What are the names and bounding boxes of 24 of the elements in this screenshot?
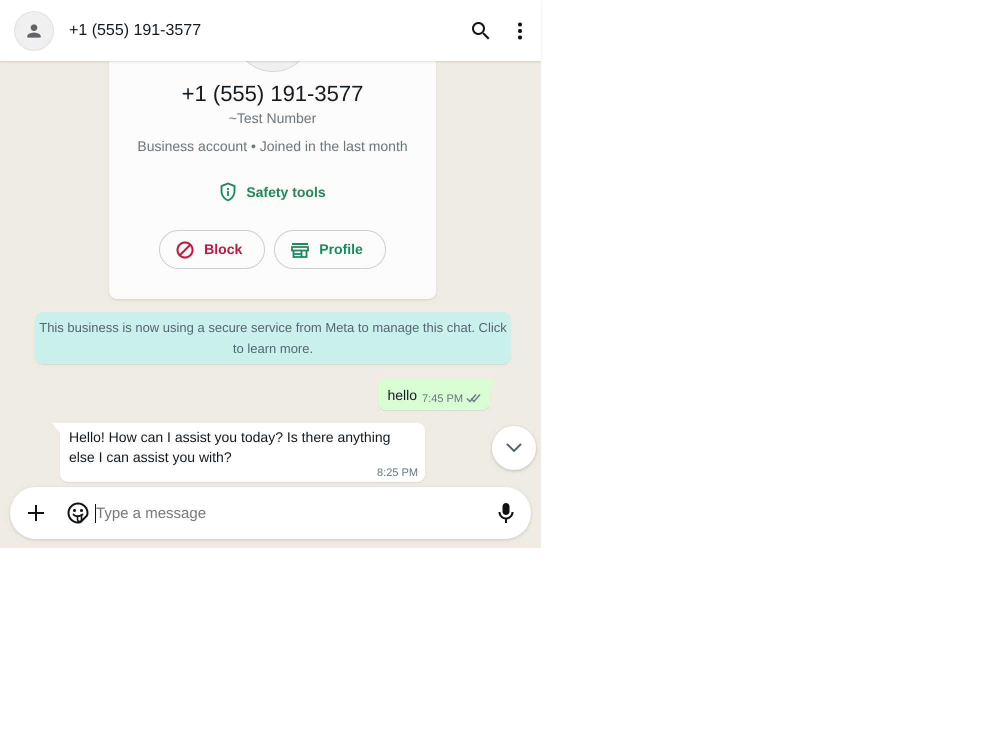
message-time: 7:45 PM <box>422 392 463 406</box>
message-input-field[interactable]: Type a message <box>10 487 531 539</box>
block-button[interactable]: Block <box>159 230 266 269</box>
ban-icon <box>176 240 194 258</box>
message-text: Hello! How can I assist you today? Is there anything else I can assist you with? <box>69 428 392 467</box>
shield-icon <box>219 182 238 202</box>
avatar-icon[interactable] <box>14 10 54 50</box>
contact-name: ~Test Number <box>228 109 316 128</box>
message-time: 8:25 PM <box>377 467 418 479</box>
menu-icon[interactable] <box>517 22 523 40</box>
account-details: Business account • Joined in the last month <box>137 137 408 156</box>
contact-title[interactable]: +1 (555) 191-3577 <box>69 18 202 42</box>
sticker-icon[interactable] <box>67 502 89 524</box>
contact-phone: +1 (555) 191-3577 <box>182 80 364 108</box>
safety-tools-link[interactable]: Safety tools <box>219 182 326 202</box>
security-notice[interactable]: This business is now using a secure service from Meta to manage this chat. Click to learn more. <box>35 312 511 364</box>
chevron-down-icon <box>506 443 522 453</box>
microphone-icon[interactable] <box>498 502 514 524</box>
profile-button[interactable]: Profile <box>274 230 386 269</box>
message-text: hello <box>387 386 418 405</box>
storefront-icon <box>291 242 310 258</box>
text-caret <box>95 504 96 522</box>
plus-icon[interactable] <box>27 504 45 522</box>
message-input[interactable]: Type a message <box>96 501 498 525</box>
